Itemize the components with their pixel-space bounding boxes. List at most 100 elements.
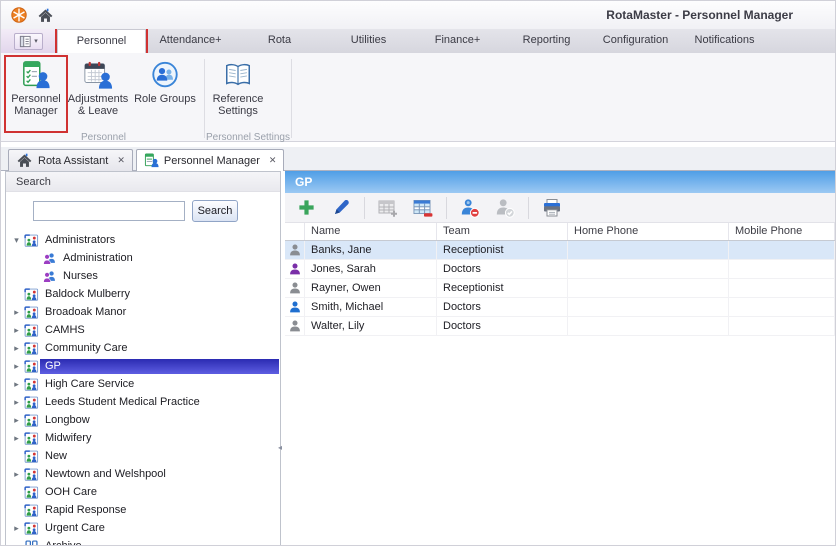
toolbar-separator xyxy=(446,196,447,219)
site-icon xyxy=(23,305,40,320)
table-row-smith-michael[interactable]: Smith, Michael Doctors xyxy=(285,298,835,317)
column-header-team[interactable]: Team xyxy=(437,223,568,240)
add-button[interactable] xyxy=(294,196,318,220)
column-header-mobile-phone[interactable]: Mobile Phone xyxy=(729,223,835,240)
name-cell: Walter, Lily xyxy=(305,317,437,335)
panel-title: GP xyxy=(285,171,835,193)
mobile-phone-cell xyxy=(729,260,835,278)
tree-item-leeds-student-medical-practice[interactable]: ▸ Leeds Student Medical Practice xyxy=(6,393,280,411)
app-logo-icon[interactable] xyxy=(10,6,28,24)
mobile-phone-cell xyxy=(729,279,835,297)
ribbon-tab-personnel[interactable]: Personnel xyxy=(55,27,148,55)
sidebar-panel: Search Search ▾ Administrators Administrat… xyxy=(5,171,281,545)
site-icon xyxy=(23,503,40,518)
search-input[interactable] xyxy=(33,201,185,221)
ribbon-tab-configuration[interactable]: Configuration xyxy=(591,29,680,53)
sidebar-splitter[interactable]: ◂ xyxy=(278,171,285,545)
ribbon-tab-finance[interactable]: Finance+ xyxy=(413,29,502,53)
doc-tab-personnel-manager[interactable]: Personnel Manager ✕ xyxy=(135,149,285,171)
document-tab-bar: Rota Assistant ✕ Personnel Manager ✕ xyxy=(1,147,835,171)
team-cell: Doctors xyxy=(437,298,568,316)
column-header-home-phone[interactable]: Home Phone xyxy=(568,223,729,240)
personnel-grid: Name Team Home Phone Mobile Phone Banks, Ja… xyxy=(285,223,835,545)
tree-item-label: New xyxy=(45,449,68,462)
person-approve-button xyxy=(493,196,517,220)
tree-item-community-care[interactable]: ▸ Community Care xyxy=(6,339,280,357)
tree-item-administrators[interactable]: ▾ Administrators xyxy=(6,231,280,249)
title-bar: RotaMaster - Personnel Manager xyxy=(1,1,835,29)
table-row-rayner-owen[interactable]: Rayner, Owen Receptionist xyxy=(285,279,835,298)
team-icon xyxy=(41,269,58,284)
ribbon-tab-utilities[interactable]: Utilities xyxy=(324,29,413,53)
tree-item-gp[interactable]: ▸ GP xyxy=(6,357,280,375)
home-icon[interactable] xyxy=(37,7,54,24)
table-row-walter-lily[interactable]: Walter, Lily Doctors xyxy=(285,317,835,336)
tree-item-baldock-mulberry[interactable]: Baldock Mulberry xyxy=(6,285,280,303)
person-gray-icon xyxy=(288,319,302,333)
collapse-sidebar-icon[interactable]: ◂ xyxy=(278,443,282,452)
search-button[interactable]: Search xyxy=(192,200,238,222)
table-remove-button[interactable] xyxy=(411,196,435,220)
tree-item-administration[interactable]: Administration xyxy=(6,249,280,267)
column-header-name[interactable]: Name xyxy=(305,223,437,240)
close-icon[interactable]: ✕ xyxy=(117,155,125,166)
tree-item-label: High Care Service xyxy=(45,377,135,390)
tree-item-label: Rapid Response xyxy=(45,503,127,516)
ribbon-tab-reporting[interactable]: Reporting xyxy=(502,29,591,53)
window-layout-button[interactable]: ▾ xyxy=(14,32,43,50)
toolbar-separator xyxy=(364,196,365,219)
chevron-collapsed-icon[interactable]: ▸ xyxy=(10,361,23,372)
doc-tab-rota-assistant[interactable]: Rota Assistant ✕ xyxy=(8,149,133,171)
tree-item-broadoak-manor[interactable]: ▸ Broadoak Manor xyxy=(6,303,280,321)
name-cell: Smith, Michael xyxy=(305,298,437,316)
chevron-collapsed-icon[interactable]: ▸ xyxy=(10,415,23,426)
ribbon-tab-rota[interactable]: Rota xyxy=(235,29,324,53)
site-icon xyxy=(23,485,40,500)
chevron-expanded-icon[interactable]: ▾ xyxy=(10,235,23,246)
chevron-collapsed-icon[interactable]: ▸ xyxy=(10,397,23,408)
archive-icon xyxy=(23,539,40,545)
tree-item-midwifery[interactable]: ▸ Midwifery xyxy=(6,429,280,447)
tree-item-newtown-and-welshpool[interactable]: ▸ Newtown and Welshpool xyxy=(6,465,280,483)
print-button[interactable] xyxy=(540,196,564,220)
site-icon xyxy=(23,431,40,446)
chevron-collapsed-icon[interactable]: ▸ xyxy=(10,325,23,336)
chevron-collapsed-icon[interactable]: ▸ xyxy=(10,379,23,390)
site-icon xyxy=(23,323,40,338)
tree-item-high-care-service[interactable]: ▸ High Care Service xyxy=(6,375,280,393)
ribbon-tab-notifications[interactable]: Notifications xyxy=(680,29,769,53)
tree-item-nurses[interactable]: Nurses xyxy=(6,267,280,285)
chevron-collapsed-icon[interactable]: ▸ xyxy=(10,523,23,534)
personnel-manager-button[interactable]: Personnel Manager xyxy=(4,55,68,133)
table-row-banks-jane[interactable]: Banks, Jane Receptionist xyxy=(285,241,835,260)
tree-item-label: CAMHS xyxy=(45,323,85,336)
person-gray-icon xyxy=(288,243,302,257)
tree-item-new[interactable]: New xyxy=(6,447,280,465)
chevron-collapsed-icon[interactable]: ▸ xyxy=(10,469,23,480)
role-groups-button[interactable]: Role Groups xyxy=(130,57,200,131)
chevron-collapsed-icon[interactable]: ▸ xyxy=(10,343,23,354)
person-remove-button[interactable] xyxy=(458,196,482,220)
tree-item-rapid-response[interactable]: Rapid Response xyxy=(6,501,280,519)
tree-item-ooh-care[interactable]: OOH Care xyxy=(6,483,280,501)
tree-item-label: Urgent Care xyxy=(45,521,105,534)
edit-button[interactable] xyxy=(329,196,353,220)
tree-item-longbow[interactable]: ▸ Longbow xyxy=(6,411,280,429)
close-icon[interactable]: ✕ xyxy=(269,155,277,166)
chevron-collapsed-icon[interactable]: ▸ xyxy=(10,307,23,318)
ribbon-tab-attendance[interactable]: Attendance+ xyxy=(146,29,235,53)
reference-settings-button[interactable]: Reference Settings xyxy=(208,57,268,131)
tree-item-archive[interactable]: Archive xyxy=(6,537,280,545)
table-row-jones-sarah[interactable]: Jones, Sarah Doctors xyxy=(285,260,835,279)
team-icon xyxy=(41,251,58,266)
ribbon-button-label: Adjustments & Leave xyxy=(67,93,129,117)
quick-access-area: ▾ xyxy=(1,29,57,53)
column-header-icon xyxy=(285,223,305,240)
ribbon-group-personnel: Personnel Manager Adjustments & Leave Role… xyxy=(4,55,203,143)
name-cell: Rayner, Owen xyxy=(305,279,437,297)
chevron-collapsed-icon[interactable]: ▸ xyxy=(10,433,23,444)
tree-item-urgent-care[interactable]: ▸ Urgent Care xyxy=(6,519,280,537)
adjustments-leave-button[interactable]: Adjustments & Leave xyxy=(68,57,128,131)
tree-item-camhs[interactable]: ▸ CAMHS xyxy=(6,321,280,339)
tree-item-label: Longbow xyxy=(45,413,90,426)
